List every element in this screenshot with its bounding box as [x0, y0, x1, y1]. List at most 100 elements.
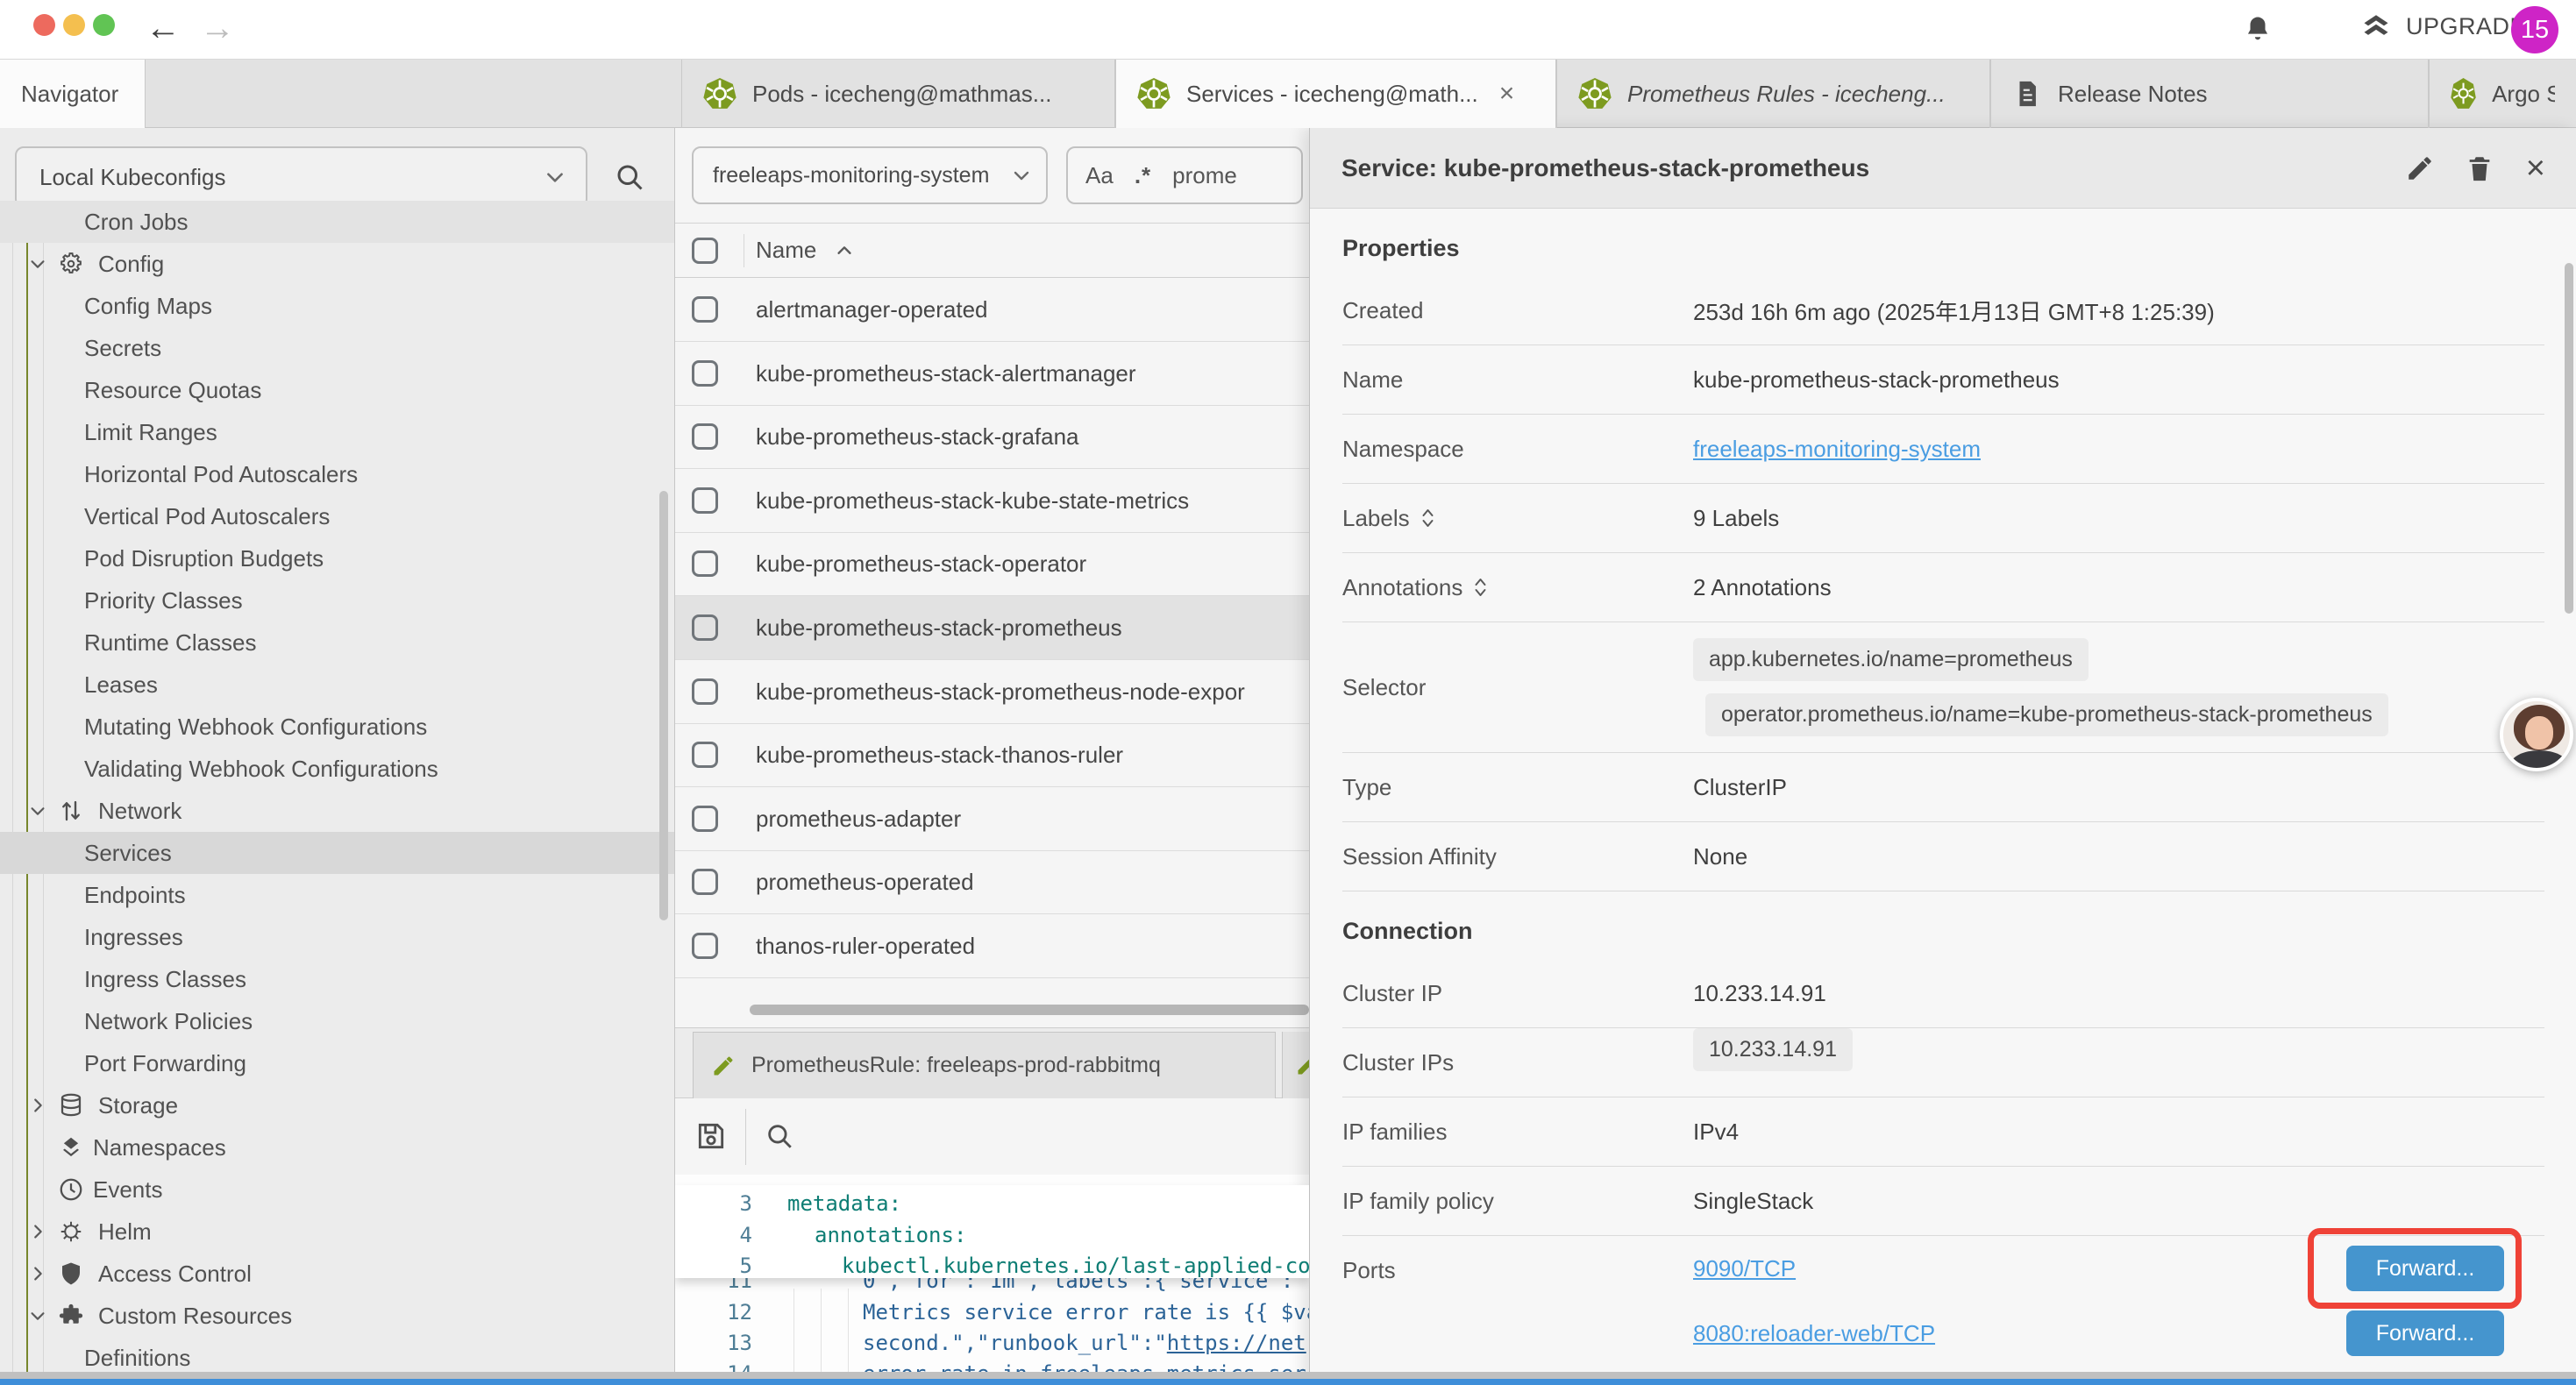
editor-line-13: 13second.","runbook_url":"https://net — [675, 1328, 1309, 1358]
port-link[interactable]: 9090/TCP — [1693, 1255, 1796, 1282]
name-column-header[interactable]: Name — [756, 237, 816, 264]
kubeconfig-selector-value: Local Kubeconfigs — [17, 164, 544, 191]
sidebar-item-config[interactable]: Config — [0, 243, 675, 285]
close-icon[interactable]: × — [2526, 153, 2545, 183]
editor-search-icon[interactable] — [765, 1121, 794, 1151]
tab-pods[interactable]: Pods - icecheng@mathmas... — [681, 60, 1115, 128]
row-checkbox[interactable] — [692, 487, 718, 514]
sidebar-item-ingresses[interactable]: Ingresses — [0, 916, 675, 958]
sort-icon[interactable] — [1420, 506, 1435, 530]
regex-toggle[interactable]: .* — [1135, 162, 1151, 189]
sidebar-item-services[interactable]: Services — [0, 832, 675, 874]
row-checkbox[interactable] — [692, 933, 718, 959]
match-case-toggle[interactable]: Aa — [1085, 162, 1114, 189]
sidebar-item-secrets[interactable]: Secrets — [0, 327, 675, 369]
sidebar-item-resource-quotas[interactable]: Resource Quotas — [0, 369, 675, 411]
property-row-labels: Labels9 Labels — [1342, 484, 2544, 553]
sidebar-item-custom-resources[interactable]: Custom Resources — [0, 1295, 675, 1337]
row-checkbox[interactable] — [692, 806, 718, 832]
tab-navigator[interactable]: Navigator — [0, 60, 146, 128]
table-horizontal-scrollbar[interactable] — [750, 1005, 1309, 1015]
row-checkbox[interactable] — [692, 614, 718, 641]
close-window-button[interactable] — [33, 14, 55, 36]
table-row-alertmanager-operated[interactable]: alertmanager-operated — [675, 278, 1309, 342]
close-tab-icon[interactable]: × — [1499, 79, 1515, 109]
gear-icon — [58, 251, 84, 277]
port-link[interactable]: 8080:reloader-web/TCP — [1693, 1320, 1935, 1347]
assistant-avatar[interactable] — [2500, 698, 2573, 771]
notification-count-badge[interactable]: 15 — [2511, 6, 2558, 53]
row-checkbox[interactable] — [692, 678, 718, 705]
row-checkbox[interactable] — [692, 360, 718, 387]
forward-button[interactable]: → — [200, 7, 235, 49]
namespace-link[interactable]: freeleaps-monitoring-system — [1693, 436, 1981, 463]
sidebar-item-limit-ranges[interactable]: Limit Ranges — [0, 411, 675, 453]
select-all-checkbox[interactable] — [692, 238, 718, 264]
sidebar-item-access-control[interactable]: Access Control — [0, 1253, 675, 1295]
table-row-kube-prometheus-stack-kube-state-metrics[interactable]: kube-prometheus-stack-kube-state-metrics — [675, 469, 1309, 533]
sidebar-item-network-policies[interactable]: Network Policies — [0, 1000, 675, 1042]
kubeconfig-selector[interactable]: Local Kubeconfigs — [15, 146, 587, 208]
yaml-editor[interactable]: 110","for":"1m","labels":{"service":"3me… — [675, 1175, 1309, 1385]
table-row-prometheus-adapter[interactable]: prometheus-adapter — [675, 787, 1309, 851]
sidebar-item-horizontal-pod-autoscalers[interactable]: Horizontal Pod Autoscalers — [0, 453, 675, 495]
table-row-kube-prometheus-stack-prometheus[interactable]: kube-prometheus-stack-prometheus — [675, 596, 1309, 660]
editor-tab-partial[interactable] — [1282, 1032, 1309, 1098]
sidebar-item-network[interactable]: Network — [0, 790, 675, 832]
sidebar-item-pod-disruption-budgets[interactable]: Pod Disruption Budgets — [0, 537, 675, 579]
table-header[interactable]: Name — [675, 224, 1309, 278]
row-checkbox[interactable] — [692, 869, 718, 895]
sidebar-item-priority-classes[interactable]: Priority Classes — [0, 579, 675, 621]
sidebar-scrollbar[interactable] — [659, 491, 668, 920]
search-input[interactable]: Aa .* prome — [1066, 146, 1303, 204]
row-checkbox[interactable] — [692, 296, 718, 323]
editor-tab-prometheusrule[interactable]: PrometheusRule: freeleaps-prod-rabbitmq — [693, 1032, 1276, 1098]
table-row-kube-prometheus-stack-prometheus-node-expor[interactable]: kube-prometheus-stack-prometheus-node-ex… — [675, 660, 1309, 724]
service-name: prometheus-adapter — [756, 806, 961, 833]
row-checkbox[interactable] — [692, 742, 718, 768]
sidebar-item-leases[interactable]: Leases — [0, 664, 675, 706]
sidebar-search-icon[interactable] — [614, 161, 645, 193]
sidebar-item-vertical-pod-autoscalers[interactable]: Vertical Pod Autoscalers — [0, 495, 675, 537]
tab-argo[interactable]: Argo Se — [2429, 60, 2576, 128]
sidebar-item-validating-webhook-configurations[interactable]: Validating Webhook Configurations — [0, 748, 675, 790]
trash-icon[interactable] — [2465, 153, 2494, 183]
sidebar-item-storage[interactable]: Storage — [0, 1084, 675, 1126]
row-checkbox[interactable] — [692, 423, 718, 450]
sidebar-item-config-maps[interactable]: Config Maps — [0, 285, 675, 327]
chevron-down-icon — [28, 1306, 47, 1325]
sidebar-item-port-forwarding[interactable]: Port Forwarding — [0, 1042, 675, 1084]
sidebar-item-endpoints[interactable]: Endpoints — [0, 874, 675, 916]
sort-icon[interactable] — [1473, 575, 1488, 600]
sidebar-item-mutating-webhook-configurations[interactable]: Mutating Webhook Configurations — [0, 706, 675, 748]
notifications-bell-icon[interactable] — [2243, 14, 2273, 44]
bottom-scrollbar-strip[interactable] — [0, 1372, 2576, 1379]
forward-button[interactable]: Forward... — [2346, 1246, 2504, 1291]
sidebar-item-cron-jobs[interactable]: Cron Jobs — [0, 201, 675, 243]
table-row-kube-prometheus-stack-thanos-ruler[interactable]: kube-prometheus-stack-thanos-ruler — [675, 723, 1309, 787]
row-checkbox[interactable] — [692, 550, 718, 577]
tab-prometheus-rules[interactable]: Prometheus Rules - icecheng... — [1556, 60, 1990, 128]
table-row-kube-prometheus-stack-alertmanager[interactable]: kube-prometheus-stack-alertmanager — [675, 342, 1309, 406]
table-row-prometheus-operated[interactable]: prometheus-operated — [675, 850, 1309, 914]
sidebar-item-helm[interactable]: Helm — [0, 1211, 675, 1253]
save-icon[interactable] — [694, 1119, 728, 1153]
maximize-window-button[interactable] — [93, 14, 115, 36]
detail-scrollbar[interactable] — [2565, 263, 2573, 614]
upgrade-button[interactable]: UPGRADE — [2359, 11, 2526, 42]
sidebar-item-namespaces[interactable]: Namespaces — [0, 1126, 675, 1168]
sidebar-item-runtime-classes[interactable]: Runtime Classes — [0, 621, 675, 664]
sidebar-item-events[interactable]: Events — [0, 1168, 675, 1211]
table-row-kube-prometheus-stack-operator[interactable]: kube-prometheus-stack-operator — [675, 532, 1309, 596]
table-row-thanos-ruler-operated[interactable]: thanos-ruler-operated — [675, 914, 1309, 978]
tab-services[interactable]: Services - icecheng@math...× — [1115, 60, 1556, 128]
table-row-kube-prometheus-stack-grafana[interactable]: kube-prometheus-stack-grafana — [675, 405, 1309, 469]
back-button[interactable]: ← — [146, 7, 181, 49]
minimize-window-button[interactable] — [63, 14, 85, 36]
tab-release-notes[interactable]: Release Notes — [1990, 60, 2429, 128]
edit-pencil-icon[interactable] — [2405, 153, 2435, 183]
namespace-filter-dropdown[interactable]: freeleaps-monitoring-system — [692, 146, 1048, 204]
forward-button[interactable]: Forward... — [2346, 1310, 2504, 1356]
detail-body: PropertiesCreated253d 16h 6m ago (2025年1… — [1310, 209, 2576, 1385]
sidebar-item-ingress-classes[interactable]: Ingress Classes — [0, 958, 675, 1000]
